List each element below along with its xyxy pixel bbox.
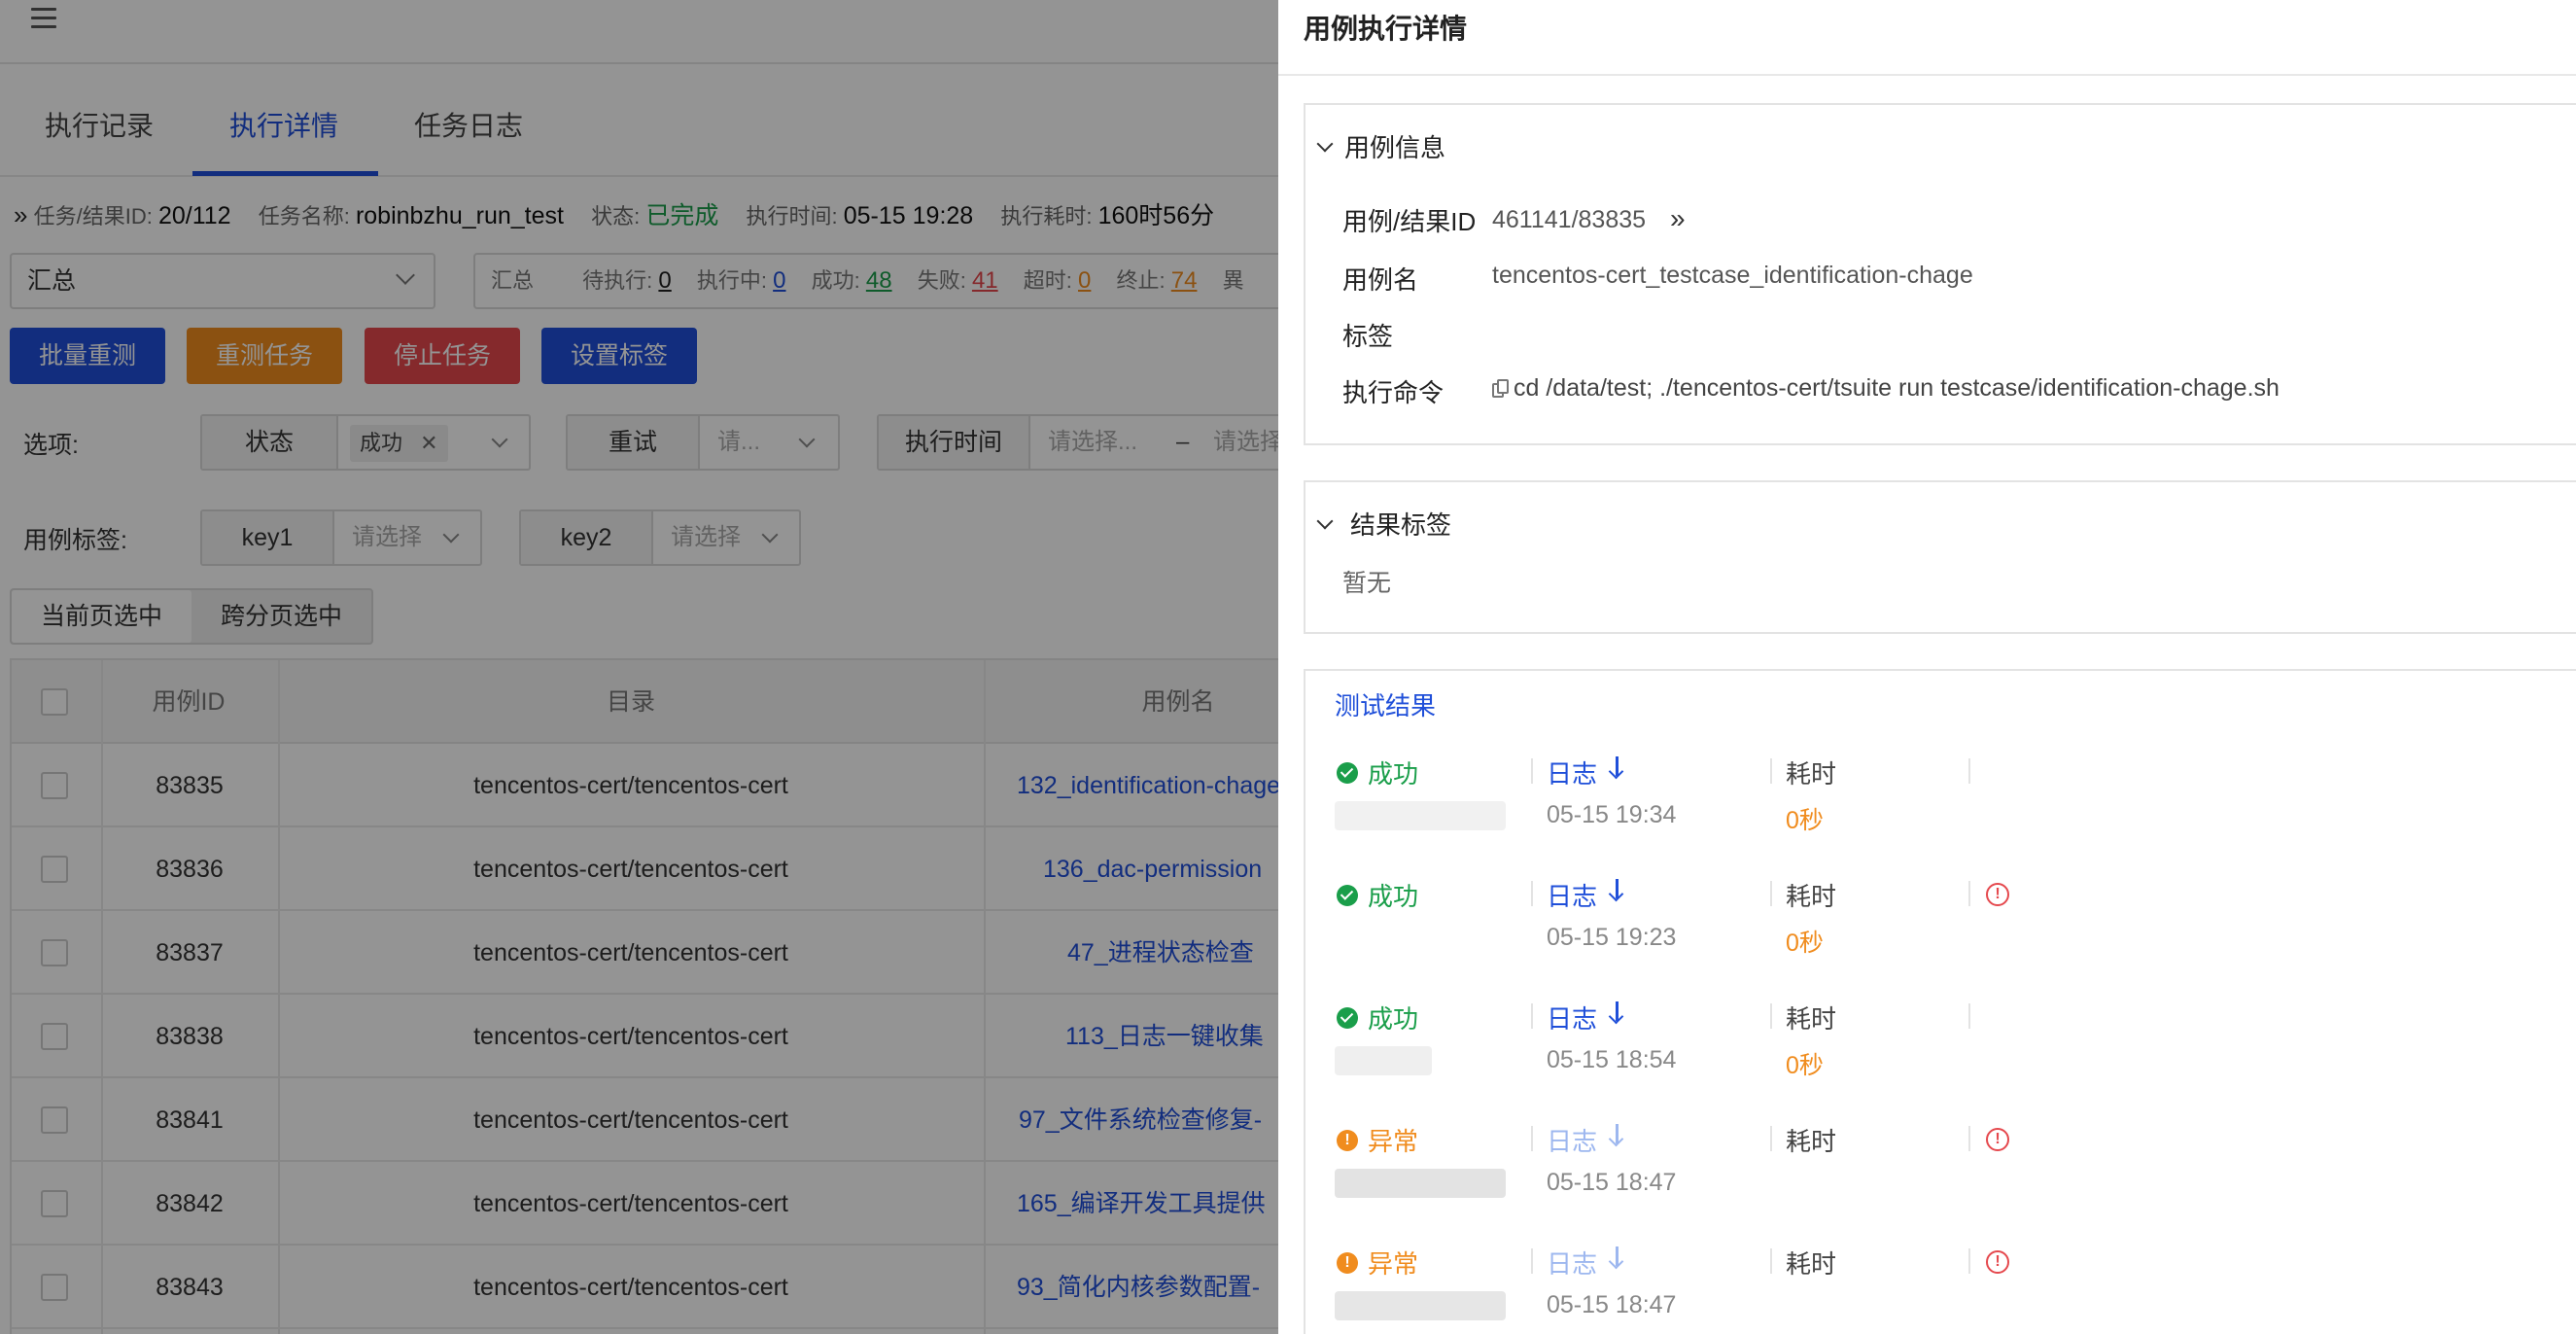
log-link[interactable]: 日志 xyxy=(1547,877,1597,913)
success-icon xyxy=(1337,1007,1358,1029)
result-item: 成功 日志 05-15 19:34 耗时 0秒 xyxy=(1305,749,2576,871)
result-time: 05-15 19:34 xyxy=(1547,801,1677,828)
case-info-card: 用例信息 用例/结果ID 461141/83835 » 用例名 tencento… xyxy=(1304,103,2576,445)
result-status: 异常 xyxy=(1368,1249,1419,1279)
cost-label: 耗时 xyxy=(1786,1004,1837,1034)
redacted-info xyxy=(1335,1169,1506,1198)
download-icon[interactable] xyxy=(1607,1122,1626,1147)
case-id-label: 用例/结果ID xyxy=(1342,207,1477,236)
result-tags-title[interactable]: 结果标签 xyxy=(1350,506,1451,542)
drawer-title: 用例执行详情 xyxy=(1304,14,1468,44)
result-item: 异常 日志 05-15 18:47 耗时 ! xyxy=(1305,1116,2576,1239)
log-link[interactable]: 日志 xyxy=(1547,1245,1597,1281)
warning-icon[interactable]: ! xyxy=(1986,1250,2009,1274)
redacted-info xyxy=(1335,801,1506,830)
result-item: 成功 日志 05-15 19:23 耗时 0秒 ! xyxy=(1305,871,2576,994)
case-name-value: tencentos-cert_testcase_identification-c… xyxy=(1492,262,1973,289)
chevron-down-icon[interactable] xyxy=(1316,135,1334,153)
log-link[interactable]: 日志 xyxy=(1547,1122,1597,1158)
result-time: 05-15 18:54 xyxy=(1547,1046,1677,1073)
case-name-label: 用例名 xyxy=(1342,265,1419,295)
cost-value: 0秒 xyxy=(1786,930,1824,957)
case-info-title[interactable]: 用例信息 xyxy=(1344,128,1445,164)
download-icon[interactable] xyxy=(1607,1000,1626,1025)
redacted-info xyxy=(1335,1046,1432,1075)
cost-label: 耗时 xyxy=(1786,882,1837,911)
result-time: 05-15 19:23 xyxy=(1547,924,1677,951)
success-icon xyxy=(1337,885,1358,906)
warning-icon[interactable]: ! xyxy=(1986,883,2009,906)
result-item: 异常 日志 05-15 18:47 耗时 ! xyxy=(1305,1239,2576,1334)
log-link[interactable]: 日志 xyxy=(1547,1000,1597,1036)
result-time: 05-15 18:47 xyxy=(1547,1291,1677,1318)
chevron-down-icon[interactable] xyxy=(1316,512,1334,530)
test-results-title[interactable]: 测试结果 xyxy=(1335,686,1436,722)
exception-icon xyxy=(1337,1130,1358,1151)
result-tags-empty: 暂无 xyxy=(1342,570,1392,597)
log-link[interactable]: 日志 xyxy=(1547,755,1597,790)
download-icon[interactable] xyxy=(1607,877,1626,902)
case-id-value: 461141/83835 » xyxy=(1492,203,1686,234)
redacted-info xyxy=(1335,1291,1506,1320)
result-status: 成功 xyxy=(1368,1004,1419,1034)
result-item: 成功 日志 05-15 18:54 耗时 0秒 xyxy=(1305,994,2576,1116)
copy-icon[interactable] xyxy=(1492,379,1510,399)
result-status: 异常 xyxy=(1368,1127,1419,1156)
cost-label: 耗时 xyxy=(1786,1127,1837,1156)
download-icon[interactable] xyxy=(1607,755,1626,780)
divider xyxy=(1278,74,2576,76)
download-icon[interactable] xyxy=(1607,1245,1626,1270)
cost-value: 0秒 xyxy=(1786,1052,1824,1079)
warning-icon[interactable]: ! xyxy=(1986,1128,2009,1151)
cost-label: 耗时 xyxy=(1786,759,1837,789)
case-detail-drawer: 用例执行详情 用例信息 用例/结果ID 461141/83835 » 用例名 t… xyxy=(1278,0,2576,1334)
modal-mask[interactable] xyxy=(0,0,1278,1334)
main-page: 执行记录 执行详情 任务日志 » 任务/结果ID: 20/112 任务名称: r… xyxy=(0,0,1278,1334)
cost-value: 0秒 xyxy=(1786,807,1824,834)
success-icon xyxy=(1337,762,1358,784)
cmd-label: 执行命令 xyxy=(1342,378,1445,407)
result-time: 05-15 18:47 xyxy=(1547,1169,1677,1196)
tags-label: 标签 xyxy=(1342,322,1394,351)
result-status: 成功 xyxy=(1368,882,1419,911)
cost-label: 耗时 xyxy=(1786,1249,1837,1279)
case-id-text: 461141/83835 xyxy=(1492,206,1647,233)
result-status: 成功 xyxy=(1368,759,1419,789)
cmd-text: cd /data/test; ./tencentos-cert/tsuite r… xyxy=(1514,374,2280,402)
result-tags-card: 结果标签 暂无 xyxy=(1304,480,2576,634)
exception-icon xyxy=(1337,1252,1358,1274)
double-chevron-icon[interactable]: » xyxy=(1670,203,1686,233)
test-results-card: 测试结果 成功 日志 05-15 19:34 耗时 0秒 成功 日志 05-15… xyxy=(1304,669,2576,1334)
cmd-value: cd /data/test; ./tencentos-cert/tsuite r… xyxy=(1492,374,2280,403)
